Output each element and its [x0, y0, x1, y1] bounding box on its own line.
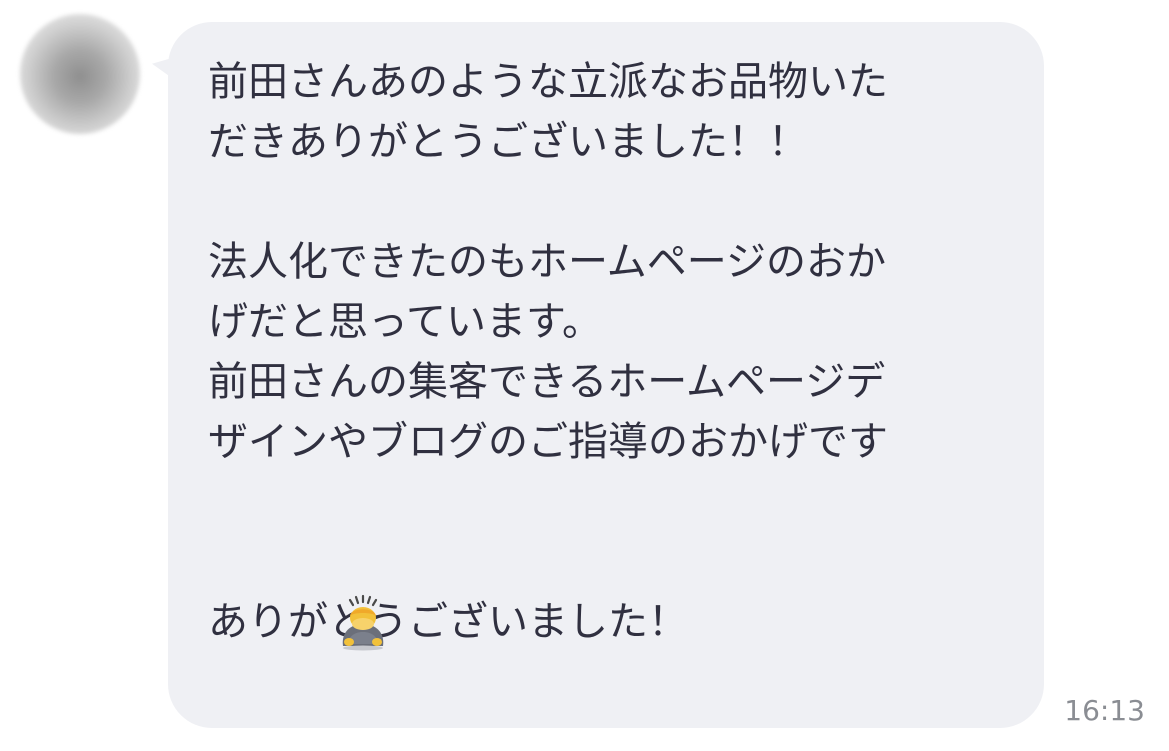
emoji-line [208, 472, 1024, 651]
message-timestamp: 16:13 [1064, 694, 1145, 727]
message-line-8 [208, 532, 1024, 592]
message-line-1: 前田さんあのような立派なお品物いた [208, 59, 888, 105]
message-line-2: だきありがとうございました！！ [208, 119, 808, 165]
sender-avatar[interactable] [20, 14, 140, 134]
message-line-5: げだと思っています。 [208, 299, 602, 345]
message-line-6: 前田さんの集客できるホームページデ [208, 359, 886, 405]
message-line-3 [208, 172, 1024, 232]
deep-bow-emoji-icon [259, 534, 384, 651]
message-bubble[interactable]: 前田さんあのような立派なお品物いた だきありがとうございました！！ 法人化できた… [168, 22, 1044, 728]
message-line-4: 法人化できたのもホームページのおか [208, 239, 886, 285]
message-line-7: ザインやブログのご指導のおかげです [208, 419, 888, 465]
